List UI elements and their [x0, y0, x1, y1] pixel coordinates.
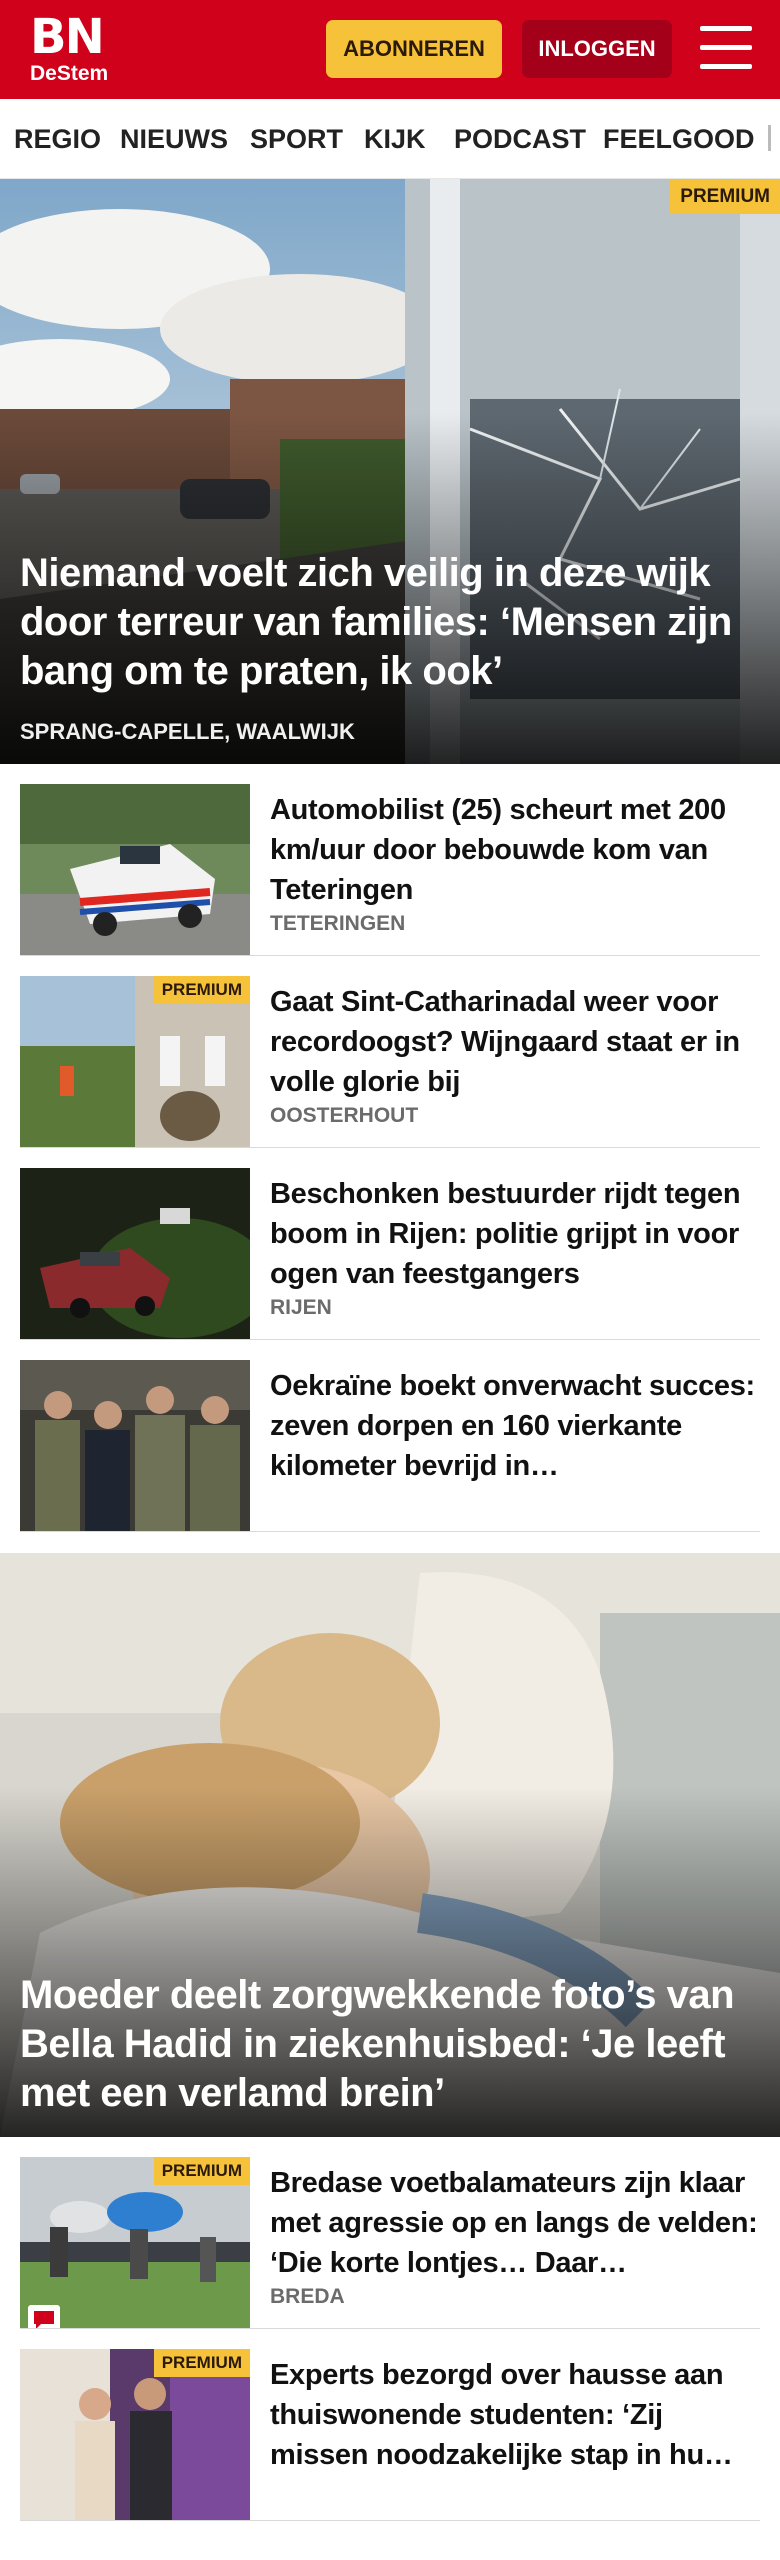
article-title[interactable]: Gaat Sint-Catharinadal weer voor recordo… [270, 982, 758, 1102]
article-title[interactable]: Beschonken bestuurder rijdt tegen boom i… [270, 1174, 758, 1294]
list-item[interactable]: Oekraïne boekt onverwacht succes: zeven … [20, 1340, 760, 1532]
article-title[interactable]: Experts bezorgd over hausse aan thuiswon… [270, 2355, 758, 2475]
nav-item-regio[interactable]: REGIO [14, 124, 101, 155]
list-item[interactable]: PREMIUM Gaat Sint-Catharinadal weer voor… [20, 956, 760, 1148]
article-title[interactable]: Oekraïne boekt onverwacht succes: zeven … [270, 1366, 758, 1486]
list-item[interactable]: PREMIUM Bredase voetbalamateurs zijn kla… [20, 2137, 760, 2329]
site-logo[interactable]: BN DeStem [30, 9, 109, 86]
premium-badge: PREMIUM [153, 2157, 250, 2185]
login-button[interactable]: INLOGGEN [522, 20, 672, 78]
nav-item-nieuws[interactable]: NIEUWS [120, 124, 228, 155]
list-item[interactable]: PREMIUM Experts bezorgd over hausse aan … [20, 2329, 760, 2521]
article-location: OOSTERHOUT [270, 1104, 419, 1127]
article-title[interactable]: Automobilist (25) scheurt met 200 km/uur… [270, 790, 758, 910]
nav-item-podcast[interactable]: PODCAST [454, 124, 586, 155]
subscribe-button[interactable]: ABONNEREN [326, 20, 502, 78]
hero-title[interactable]: Niemand voelt zich veilig in deze wijk d… [20, 549, 765, 696]
premium-badge: PREMIUM [153, 976, 250, 1004]
article-thumbnail: PREMIUM [20, 2349, 250, 2520]
nav-overflow-edge [768, 125, 771, 151]
nav-item-sport[interactable]: SPORT [250, 124, 343, 155]
hamburger-menu-icon[interactable] [700, 26, 752, 70]
logo-main: BN [30, 9, 105, 65]
article-thumbnail: PREMIUM [20, 976, 250, 1147]
comment-icon [28, 2305, 60, 2328]
article-thumbnail [20, 1360, 250, 1531]
logo-sub: DeStem [30, 62, 109, 85]
list-item[interactable]: Automobilist (25) scheurt met 200 km/uur… [20, 764, 760, 956]
premium-badge: PREMIUM [153, 2349, 250, 2377]
feature-title[interactable]: Moeder deelt zorgwekkende foto’s van Bel… [20, 1971, 770, 2118]
nav-item-feelgood[interactable]: FEELGOOD [603, 124, 755, 155]
hero-article[interactable]: PREMIUM Niemand voelt zich veilig in dez… [0, 179, 780, 764]
article-location: RIJEN [270, 1296, 332, 1319]
nav-item-kijk[interactable]: KIJK [364, 124, 426, 155]
article-thumbnail [20, 784, 250, 955]
section-nav: REGIO NIEUWS SPORT KIJK PODCAST FEELGOOD [0, 99, 780, 179]
article-thumbnail: PREMIUM [20, 2157, 250, 2328]
top-header: BN DeStem ABONNEREN INLOGGEN [0, 0, 780, 99]
premium-badge: PREMIUM [670, 179, 780, 214]
article-title[interactable]: Bredase voetbalamateurs zijn klaar met a… [270, 2163, 758, 2283]
feature-article[interactable]: Moeder deelt zorgwekkende foto’s van Bel… [0, 1553, 780, 2137]
article-location: BREDA [270, 2285, 345, 2308]
article-thumbnail [20, 1168, 250, 1339]
article-location: TETERINGEN [270, 912, 406, 935]
list-item[interactable]: Beschonken bestuurder rijdt tegen boom i… [20, 1148, 760, 1340]
hero-location: SPRANG-CAPELLE, WAALWIJK [20, 719, 355, 744]
